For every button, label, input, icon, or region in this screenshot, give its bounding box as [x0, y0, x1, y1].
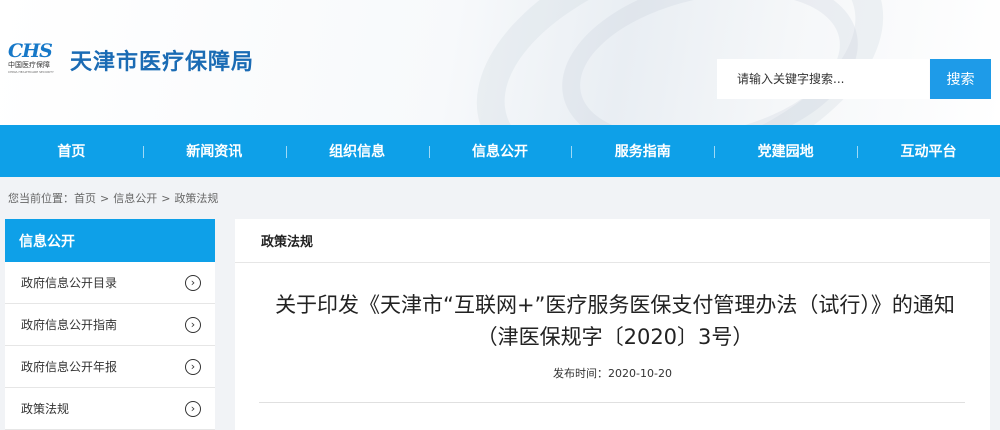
chevron-circle-right-icon: ›	[185, 358, 201, 375]
section-title: 政策法规	[235, 219, 990, 263]
nav-item-disclosure[interactable]: 信息公开	[428, 125, 572, 177]
sidebar-item-label: 政策法规	[21, 402, 70, 416]
sidebar-item-catalog[interactable]: 政府信息公开目录 ›	[5, 262, 215, 304]
sidebar-title: 信息公开	[5, 219, 215, 262]
chevron-circle-right-icon: ›	[185, 274, 201, 291]
breadcrumb-separator: >	[100, 191, 110, 205]
search-box	[717, 59, 929, 99]
article-title: 关于印发《天津市“互联网+”医疗服务医保支付管理办法（试行）》的通知（津医保规字…	[275, 293, 955, 349]
breadcrumb-prefix: 您当前位置：	[8, 192, 74, 205]
logo-subtitle: 中国医疗保障	[8, 61, 50, 69]
search-input[interactable]	[717, 59, 929, 99]
breadcrumb-link-home[interactable]: 首页	[74, 190, 96, 206]
nav-item-interaction[interactable]: 互动平台	[857, 125, 1000, 177]
chevron-circle-right-icon: ›	[185, 400, 201, 417]
publish-date: 发布时间：2020-10-20	[553, 367, 672, 380]
sidebar-item-annual-report[interactable]: 政府信息公开年报 ›	[5, 346, 215, 388]
main-content: 政策法规 关于印发《天津市“互联网+”医疗服务医保支付管理办法（试行）》的通知（…	[235, 219, 990, 430]
nav-item-news[interactable]: 新闻资讯	[142, 125, 286, 177]
sidebar-item-guide[interactable]: 政府信息公开指南 ›	[5, 304, 215, 346]
site-title[interactable]: 天津市医疗保障局	[70, 44, 254, 76]
breadcrumb: 您当前位置： 首页 > 信息公开 > 政策法规	[8, 190, 218, 206]
sidebar-item-label: 政府信息公开目录	[21, 276, 118, 290]
logo-mark: CHS	[8, 40, 53, 62]
sidebar-item-label: 政府信息公开年报	[21, 360, 118, 374]
search-button[interactable]: 搜索	[930, 59, 991, 99]
nav-item-organization[interactable]: 组织信息	[285, 125, 429, 177]
breadcrumb-link-policy[interactable]: 政策法规	[174, 190, 218, 206]
main-nav: 首页 新闻资讯 组织信息 信息公开 服务指南 党建园地 互动平台	[0, 125, 1000, 177]
chevron-circle-right-icon: ›	[185, 316, 201, 333]
nav-item-service-guide[interactable]: 服务指南	[571, 125, 714, 177]
nav-item-party-building[interactable]: 党建园地	[714, 125, 857, 177]
sidebar-item-policy[interactable]: 政策法规 ›	[5, 388, 215, 430]
breadcrumb-link-disclosure[interactable]: 信息公开	[113, 190, 157, 206]
nav-item-home[interactable]: 首页	[0, 125, 143, 177]
sidebar: 信息公开 政府信息公开目录 › 政府信息公开指南 › 政府信息公开年报 › 政策…	[5, 219, 215, 430]
sidebar-item-label: 政府信息公开指南	[21, 318, 118, 332]
divider	[259, 402, 965, 403]
breadcrumb-separator: >	[161, 191, 171, 205]
site-logo[interactable]: CHS 中国医疗保障 CHINA HEALTHCARE SECURITY	[8, 40, 64, 75]
logo-subtitle-en: CHINA HEALTHCARE SECURITY	[8, 70, 54, 74]
